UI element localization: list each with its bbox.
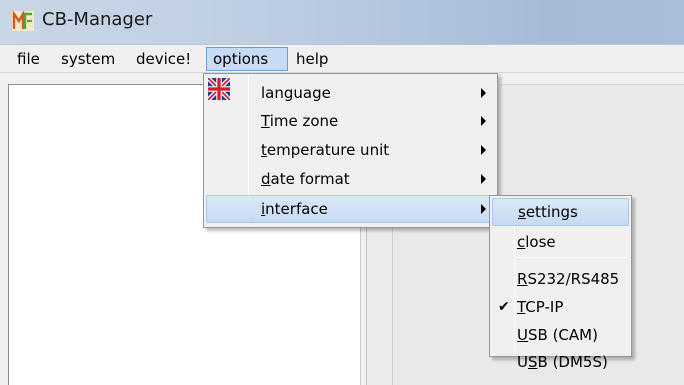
menu-file[interactable]: file xyxy=(13,49,44,71)
menu-item-interface-label: interface xyxy=(261,200,328,218)
menu-item-close[interactable]: close xyxy=(492,229,629,257)
submenu-arrow-icon xyxy=(481,204,486,214)
mnemonic-s: S xyxy=(527,353,538,371)
mnemonic-u: U xyxy=(517,326,528,344)
submenu-arrow-icon xyxy=(481,174,486,184)
menu-item-rs232-rs485-label: RS232/RS485 xyxy=(517,270,620,288)
menu-item-settings-label: settings xyxy=(518,203,578,221)
submenu-arrow-icon xyxy=(481,145,486,155)
mnemonic-d: d xyxy=(261,170,271,188)
menu-item-settings[interactable]: settings xyxy=(492,198,629,226)
checkmark-icon: ✔ xyxy=(498,299,510,315)
menu-system[interactable]: system xyxy=(57,49,119,71)
window-title: CB-Manager xyxy=(42,9,153,30)
menu-device[interactable]: device! xyxy=(132,49,195,71)
mnemonic-c: c xyxy=(517,233,526,251)
menu-item-close-label: close xyxy=(517,233,556,251)
menu-item-rs232-rs485[interactable]: RS232/RS485 xyxy=(492,266,629,294)
menu-item-interface[interactable]: interface xyxy=(206,195,496,223)
submenu-arrow-icon xyxy=(481,116,486,126)
title-bar[interactable]: CB-Manager xyxy=(0,0,684,45)
menu-item-language-label: language xyxy=(261,84,331,102)
menu-item-temperature-unit[interactable]: temperature unit xyxy=(206,137,496,165)
menu-item-time-zone-label: Time zone xyxy=(261,112,339,130)
mnemonic-i: i xyxy=(261,200,266,218)
menu-item-usb-dm5s-label: USB (DM5S) xyxy=(517,353,608,371)
menu-item-time-zone[interactable]: Time zone xyxy=(206,108,496,136)
mnemonic-t: T xyxy=(261,112,270,130)
menu-help[interactable]: help xyxy=(292,49,332,71)
menu-item-temperature-unit-label: temperature unit xyxy=(261,141,390,159)
submenu-arrow-icon xyxy=(481,88,486,98)
mnemonic-s: s xyxy=(518,203,526,221)
menu-item-usb-cam-label: USB (CAM) xyxy=(517,326,598,344)
menu-item-usb-dm5s[interactable]: USB (DM5S) xyxy=(492,349,629,375)
menu-item-language[interactable]: language xyxy=(206,80,496,108)
menu-options[interactable]: options xyxy=(206,47,288,71)
app-icon xyxy=(12,11,34,31)
mnemonic-r: R xyxy=(517,270,528,288)
menu-item-date-format[interactable]: date format xyxy=(206,166,496,194)
menu-item-tcp-ip-label: TCP-IP xyxy=(517,298,564,316)
menu-item-date-format-label: date format xyxy=(261,170,350,188)
mnemonic-t: T xyxy=(517,298,526,316)
menu-item-usb-cam[interactable]: USB (CAM) xyxy=(492,322,629,350)
menu-item-tcp-ip[interactable]: ✔ TCP-IP xyxy=(492,294,629,322)
menu-bar: file system device! options help xyxy=(0,45,684,73)
mnemonic-t: t xyxy=(261,141,267,159)
